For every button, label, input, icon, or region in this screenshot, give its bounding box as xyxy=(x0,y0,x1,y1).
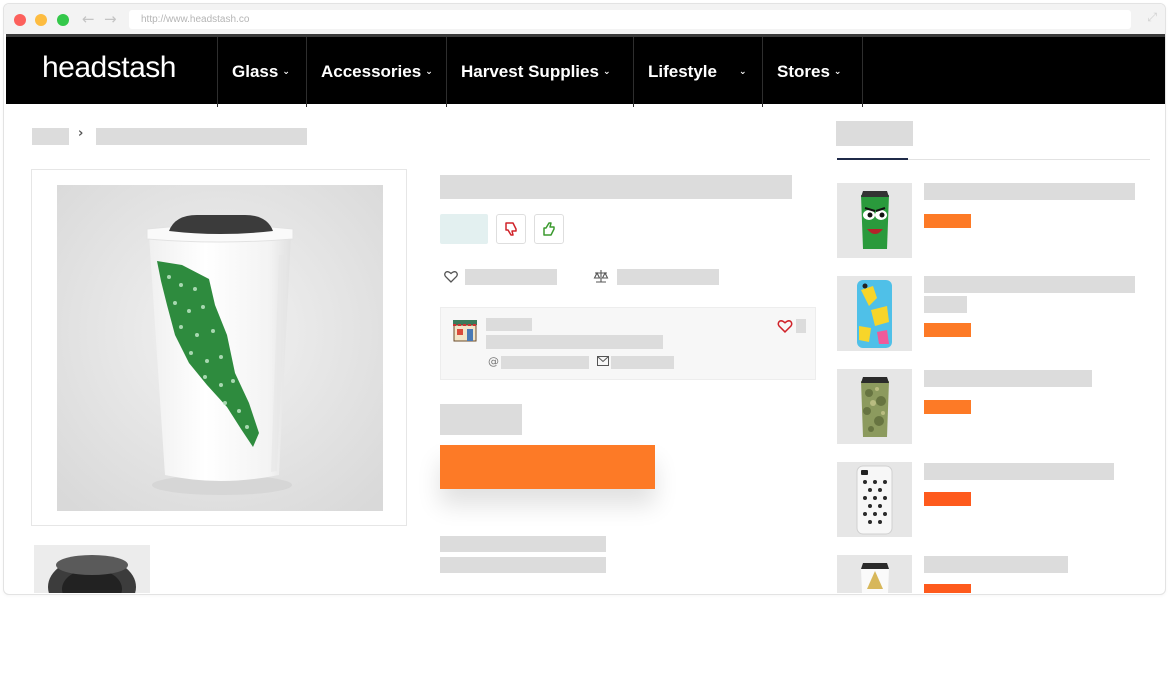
related-item-title-placeholder[interactable] xyxy=(924,183,1135,200)
thumbs-up-icon xyxy=(543,222,555,236)
browser-window: ← → http://www.headstash.co ⤢ headstash … xyxy=(3,3,1166,595)
returns-info-placeholder xyxy=(440,557,606,573)
related-item-title-placeholder[interactable] xyxy=(924,463,1114,480)
address-bar[interactable]: http://www.headstash.co xyxy=(129,10,1131,29)
vote-score-badge xyxy=(440,214,488,244)
related-item-title-placeholder[interactable] xyxy=(924,370,1092,387)
menu-item-harvest-supplies[interactable]: Harvest Supplies ⌄ xyxy=(446,37,633,107)
add-to-cart-button[interactable] xyxy=(440,445,655,489)
site-navigation: headstash Glass ⌄ Accessories ⌄ Harvest … xyxy=(6,34,1165,107)
maximize-window-button[interactable] xyxy=(57,14,69,26)
price-placeholder xyxy=(440,404,522,435)
product-thumbnail[interactable] xyxy=(34,545,150,593)
related-item-price xyxy=(924,400,971,414)
menu-item-label: Stores xyxy=(777,62,830,81)
related-tab-placeholder[interactable] xyxy=(836,121,913,146)
product-main-image[interactable] xyxy=(57,185,383,511)
shipping-info-placeholder xyxy=(440,536,606,552)
product-title-placeholder xyxy=(440,175,792,199)
thumbs-down-icon xyxy=(505,222,517,236)
chevron-down-icon: ⌄ xyxy=(282,67,290,77)
related-item-thumbnail[interactable] xyxy=(837,183,912,258)
thumbs-down-button[interactable] xyxy=(496,214,526,244)
thumbs-up-button[interactable] xyxy=(534,214,564,244)
chevron-down-icon: ⌄ xyxy=(602,67,611,77)
envelope-icon[interactable] xyxy=(597,356,609,366)
store-icon xyxy=(453,320,477,342)
mug-lid-thumbnail-image xyxy=(34,545,150,593)
main-menu: Glass ⌄ Accessories ⌄ Harvest Supplies ⌄… xyxy=(217,37,863,107)
close-window-button[interactable] xyxy=(14,14,26,26)
minimize-window-button[interactable] xyxy=(35,14,47,26)
heart-icon[interactable] xyxy=(444,270,458,283)
menu-item-stores[interactable]: Stores ⌄ xyxy=(762,37,863,107)
pikachu-phone-case-image xyxy=(837,276,912,351)
related-item-title-line2-placeholder[interactable] xyxy=(924,296,967,313)
travel-mug-image xyxy=(57,185,383,511)
favorite-count-placeholder xyxy=(796,319,806,333)
chevron-down-icon: ⌄ xyxy=(738,67,747,77)
related-item-price xyxy=(924,323,971,337)
menu-item-label: Lifestyle xyxy=(648,62,717,81)
at-icon: @ xyxy=(488,355,499,368)
menu-item-label: Harvest Supplies xyxy=(461,62,599,81)
seller-handle-placeholder[interactable] xyxy=(501,356,589,369)
chevron-down-icon: ⌄ xyxy=(833,67,842,77)
seller-description-placeholder xyxy=(486,335,663,349)
forward-arrow-icon[interactable]: → xyxy=(104,10,117,28)
breadcrumb-home-placeholder[interactable] xyxy=(32,128,69,145)
leaf-pattern-phone-case-image xyxy=(837,462,912,537)
site-logo[interactable]: headstash xyxy=(42,51,176,85)
back-arrow-icon[interactable]: ← xyxy=(82,10,95,28)
chevron-down-icon: ⌄ xyxy=(425,67,433,77)
compare-label-placeholder[interactable] xyxy=(617,269,719,285)
expand-icon[interactable]: ⤢ xyxy=(1147,10,1157,25)
product-gallery xyxy=(31,169,407,526)
browser-chrome: ← → http://www.headstash.co ⤢ xyxy=(4,4,1165,34)
camo-mug-image xyxy=(837,369,912,444)
breadcrumb-current-placeholder xyxy=(96,128,307,145)
menu-item-glass[interactable]: Glass ⌄ xyxy=(217,37,306,107)
menu-item-label: Glass xyxy=(232,62,279,81)
seller-email-placeholder[interactable] xyxy=(611,356,674,369)
favorite-seller-heart-icon[interactable] xyxy=(777,319,793,333)
menu-item-label: Accessories xyxy=(321,62,422,81)
related-item-price xyxy=(924,492,971,506)
related-item-title-placeholder[interactable] xyxy=(924,556,1068,573)
green-monster-mug-image xyxy=(837,183,912,258)
wishlist-label-placeholder[interactable] xyxy=(465,269,557,285)
related-item-thumbnail[interactable] xyxy=(837,555,912,593)
menu-item-accessories[interactable]: Accessories ⌄ xyxy=(306,37,446,107)
related-item-thumbnail[interactable] xyxy=(837,369,912,444)
seller-name-placeholder[interactable] xyxy=(486,318,532,331)
breadcrumb-separator: › xyxy=(78,126,84,141)
menu-item-lifestyle[interactable]: Lifestyle ⌄ xyxy=(633,37,762,107)
related-item-price xyxy=(924,584,971,593)
related-item-thumbnail[interactable] xyxy=(837,462,912,537)
tab-active-indicator xyxy=(837,158,908,160)
related-item-title-placeholder[interactable] xyxy=(924,276,1135,293)
seller-info-box: @ xyxy=(440,307,816,380)
related-item-thumbnail[interactable] xyxy=(837,276,912,351)
scale-icon[interactable] xyxy=(593,269,609,284)
pyramid-mug-image xyxy=(837,555,912,593)
related-item-price xyxy=(924,214,971,228)
